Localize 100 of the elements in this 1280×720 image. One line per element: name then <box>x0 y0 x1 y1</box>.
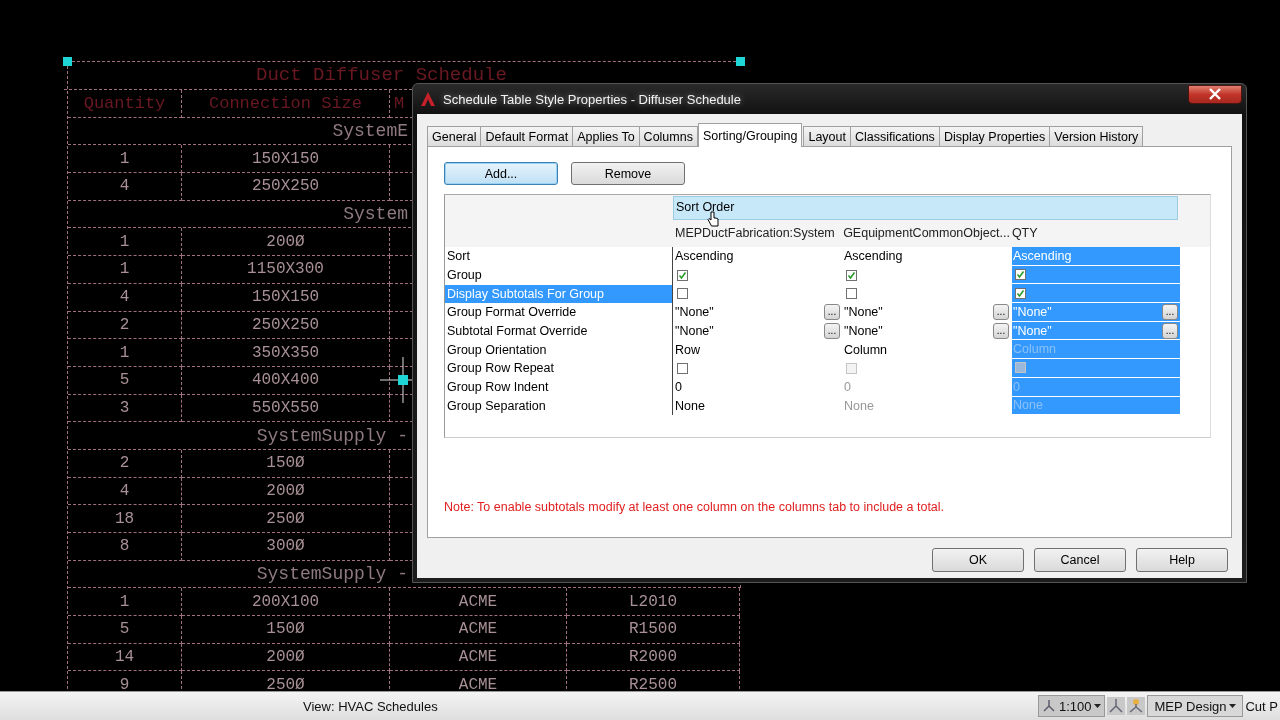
table-cell: 250X250 <box>251 177 320 196</box>
table-cell: 8 <box>119 537 130 556</box>
dialog-button[interactable]: Help <box>1136 548 1228 572</box>
property-label[interactable]: Group <box>445 266 672 285</box>
table-cell: ACME <box>458 648 498 667</box>
tab[interactable]: Applies To <box>572 126 640 146</box>
table-cell: R1500 <box>629 620 677 639</box>
checkbox[interactable] <box>1015 287 1026 299</box>
table-cell: 14 <box>114 648 135 667</box>
property-value[interactable]: Column <box>844 342 888 357</box>
group-heading: SystemSupply - <box>256 564 408 585</box>
caret-icon <box>1229 704 1237 708</box>
property-value: "None" <box>844 324 884 339</box>
property-value[interactable]: Ascending <box>675 249 734 264</box>
property-label[interactable]: Group Separation <box>445 396 672 415</box>
table-cell: 1 <box>119 149 130 168</box>
browse-button[interactable]: ... <box>1162 303 1178 320</box>
property-label[interactable]: Subtotal Format Override <box>445 322 672 341</box>
note-text: Note: To enable subtotals modify at least one column on the columns tab to include a total. <box>444 500 946 514</box>
tab[interactable]: General <box>427 126 482 146</box>
property-value: "None" <box>675 305 715 320</box>
table-cell: 4 <box>119 177 130 196</box>
property-value[interactable]: Row <box>675 342 700 357</box>
tab[interactable]: Display Properties <box>938 126 1051 146</box>
table-cell: 150Ø <box>266 620 305 639</box>
group-heading: SystemSupply - <box>256 425 408 446</box>
table-cell: 1 <box>119 260 130 279</box>
tab[interactable]: Columns <box>638 126 698 146</box>
table-cell: 5 <box>119 371 130 390</box>
tab[interactable]: Layout <box>803 126 851 146</box>
table-cell: 150X150 <box>251 288 320 307</box>
caret-icon <box>1094 704 1102 708</box>
browse-button[interactable]: ... <box>993 304 1009 321</box>
table-cell: R2000 <box>629 648 677 667</box>
grip-handle[interactable] <box>736 57 745 66</box>
dialog-button[interactable]: Cancel <box>1034 548 1126 572</box>
table-cell: 200Ø <box>266 648 305 667</box>
property-value[interactable]: None <box>675 398 705 413</box>
property-label[interactable]: Group Orientation <box>445 340 672 359</box>
checkbox[interactable] <box>846 269 857 281</box>
auto-scale-icon[interactable] <box>1127 697 1146 715</box>
table-cell: 400X400 <box>251 371 320 390</box>
property-label[interactable]: Sort <box>445 247 672 266</box>
group-heading: System <box>343 204 408 225</box>
tab[interactable]: Version History <box>1049 126 1144 146</box>
scale-dropdown[interactable]: 1:100 <box>1037 695 1106 717</box>
app-icon <box>419 90 437 108</box>
property-label[interactable]: Group Row Indent <box>445 378 672 397</box>
table-cell: 2 <box>119 315 130 334</box>
annotation-scale-icon <box>1041 699 1056 713</box>
table-cell: 5 <box>119 620 130 639</box>
column-header[interactable]: MEPDuctFabrication:System <box>673 226 842 241</box>
dialog-button[interactable]: OK <box>932 548 1024 572</box>
tab[interactable]: Default Format <box>480 126 574 146</box>
browse-button[interactable]: ... <box>1162 322 1178 339</box>
workspace-dropdown[interactable]: MEP Design <box>1147 695 1244 717</box>
checkbox[interactable] <box>677 362 688 374</box>
grip-handle[interactable] <box>63 57 72 66</box>
browse-button[interactable]: ... <box>824 304 840 321</box>
table-cell: 200Ø <box>266 232 305 251</box>
checkbox[interactable] <box>1015 269 1026 281</box>
table-cell: ACME <box>458 620 498 639</box>
annotation-visibility-icon[interactable] <box>1107 697 1126 715</box>
property-label[interactable]: Group Row Repeat <box>445 359 672 378</box>
property-value: "None" <box>844 305 884 320</box>
table-cell: 250X250 <box>251 315 320 334</box>
remove-button[interactable]: Remove <box>571 162 685 185</box>
property-value[interactable]: Ascending <box>844 249 903 264</box>
tab[interactable]: Classifications <box>850 126 940 146</box>
table-cell: 250Ø <box>266 675 305 692</box>
table-cell: 200X100 <box>251 592 320 611</box>
table-cell: 150X150 <box>251 149 320 168</box>
table-cell: 2 <box>119 454 130 473</box>
property-label[interactable]: Group Format Override <box>445 303 672 322</box>
column-header: Quantity <box>83 93 166 113</box>
window-title: Schedule Table Style Properties - Diffuser Schedule <box>443 91 741 107</box>
table-cell: 250Ø <box>266 509 305 528</box>
table-cell: 150Ø <box>266 454 305 473</box>
table-cell: 200Ø <box>266 481 305 500</box>
table-cell: 3 <box>119 398 130 417</box>
tab[interactable]: Sorting/Grouping <box>697 123 803 147</box>
property-value[interactable]: 0 <box>675 380 682 395</box>
browse-button[interactable]: ... <box>824 323 840 340</box>
column-header: Connection Size <box>209 93 362 113</box>
checkbox[interactable] <box>677 288 688 300</box>
column-header[interactable]: QTY <box>1009 226 1178 241</box>
cut-plane-label[interactable]: Cut P <box>1245 698 1278 714</box>
group-header: Sort Order <box>673 196 1178 220</box>
browse-button[interactable]: ... <box>993 323 1009 340</box>
table-cell: 1150X300 <box>247 260 324 279</box>
close-button[interactable] <box>1188 84 1242 104</box>
hand-cursor-icon <box>707 211 719 227</box>
add-button[interactable]: Add... <box>444 162 558 185</box>
view-label: View: HVAC Schedules <box>303 698 438 714</box>
checkbox[interactable] <box>677 269 688 281</box>
column-header[interactable]: GEquipmentCommonObject... <box>841 226 1010 241</box>
table-cell: 4 <box>119 481 130 500</box>
table-cell: 1 <box>119 232 130 251</box>
table-cell: 300Ø <box>266 537 305 556</box>
checkbox[interactable] <box>846 288 857 300</box>
